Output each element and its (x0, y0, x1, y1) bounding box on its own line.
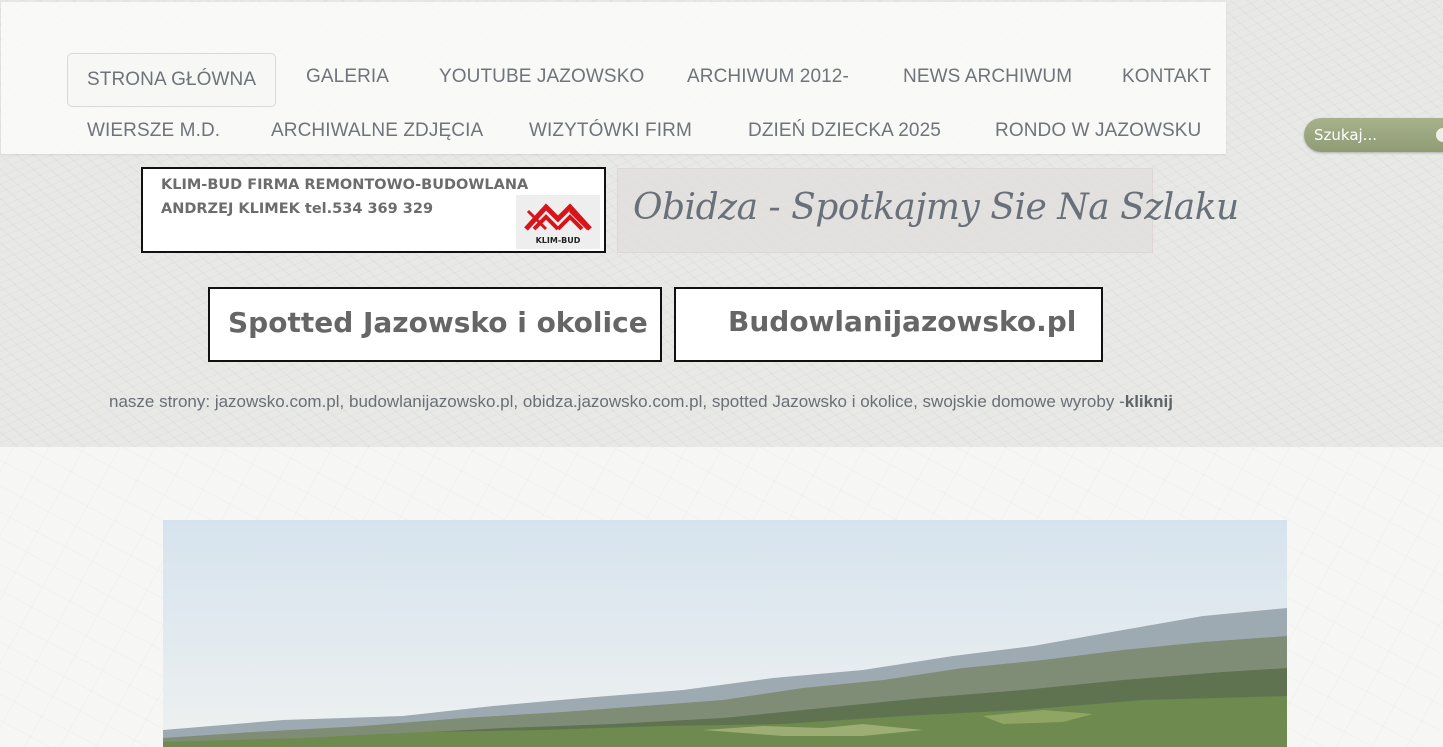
nav-item-news-archiwum[interactable]: NEWS ARCHIWUM (903, 66, 1072, 88)
kliknij-link[interactable]: kliknij (1125, 392, 1173, 411)
nav-item-archiwalne-zdjecia[interactable]: ARCHIWALNE ZDJĘCIA (271, 120, 483, 142)
our-sites-text: nasze strony: jazowsko.com.pl, budowlani… (109, 392, 1125, 411)
nav-item-dzien-dziecka-2025[interactable]: DZIEŃ DZIECKA 2025 (748, 120, 941, 142)
our-sites-line: nasze strony: jazowsko.com.pl, budowlani… (109, 392, 1173, 412)
nav-item-kontakt[interactable]: KONTAKT (1122, 66, 1211, 88)
nav-item-galeria[interactable]: GALERIA (306, 66, 389, 88)
roof-logo-icon (524, 203, 592, 231)
nav-item-strona-glowna[interactable]: STRONA GŁÓWNA (67, 53, 277, 107)
search-input[interactable] (1312, 121, 1443, 149)
nav-item-archiwum-2012[interactable]: ARCHIWUM 2012- (687, 66, 849, 88)
klim-bud-banner[interactable]: KLIM-BUD FIRMA REMONTOWO-BUDOWLANA ANDRZ… (141, 167, 606, 253)
search-box (1304, 118, 1443, 152)
spotted-jazowsko-banner[interactable]: Spotted Jazowsko i okolice (208, 287, 662, 362)
klim-bud-line-1: KLIM-BUD FIRMA REMONTOWO-BUDOWLANA (161, 177, 529, 193)
nav-item-rondo-w-jazowsku[interactable]: RONDO W JAZOWSKU (995, 120, 1201, 142)
nav-item-wizytowki-firm[interactable]: WIZYTÓWKI FIRM (529, 120, 692, 142)
page: STRONA GŁÓWNA GALERIA YOUTUBE JAZOWSKO A… (0, 0, 1443, 747)
mountain-landscape-image (163, 520, 1287, 747)
klim-bud-logo-text: KLIM-BUD (535, 236, 581, 245)
main-navigation: STRONA GŁÓWNA GALERIA YOUTUBE JAZOWSKO A… (1, 2, 1226, 154)
obidza-banner[interactable]: Obidza - Spotkajmy Sie Na Szlaku (617, 168, 1239, 253)
nav-item-wiersze[interactable]: WIERSZE M.D. (87, 120, 220, 142)
klim-bud-line-2: ANDRZEJ KLIMEK tel.534 369 329 (161, 201, 434, 217)
nav-item-youtube-jazowsko[interactable]: YOUTUBE JAZOWSKO (439, 66, 644, 88)
klim-bud-logo: KLIM-BUD (516, 195, 600, 249)
landscape-photo (163, 520, 1287, 747)
budowlani-jazowsko-banner[interactable]: Budowlanijazowsko.pl (674, 287, 1103, 362)
obidza-banner-text: Obidza - Spotkajmy Sie Na Szlaku (633, 187, 1239, 228)
search-submit-icon[interactable] (1436, 128, 1443, 142)
